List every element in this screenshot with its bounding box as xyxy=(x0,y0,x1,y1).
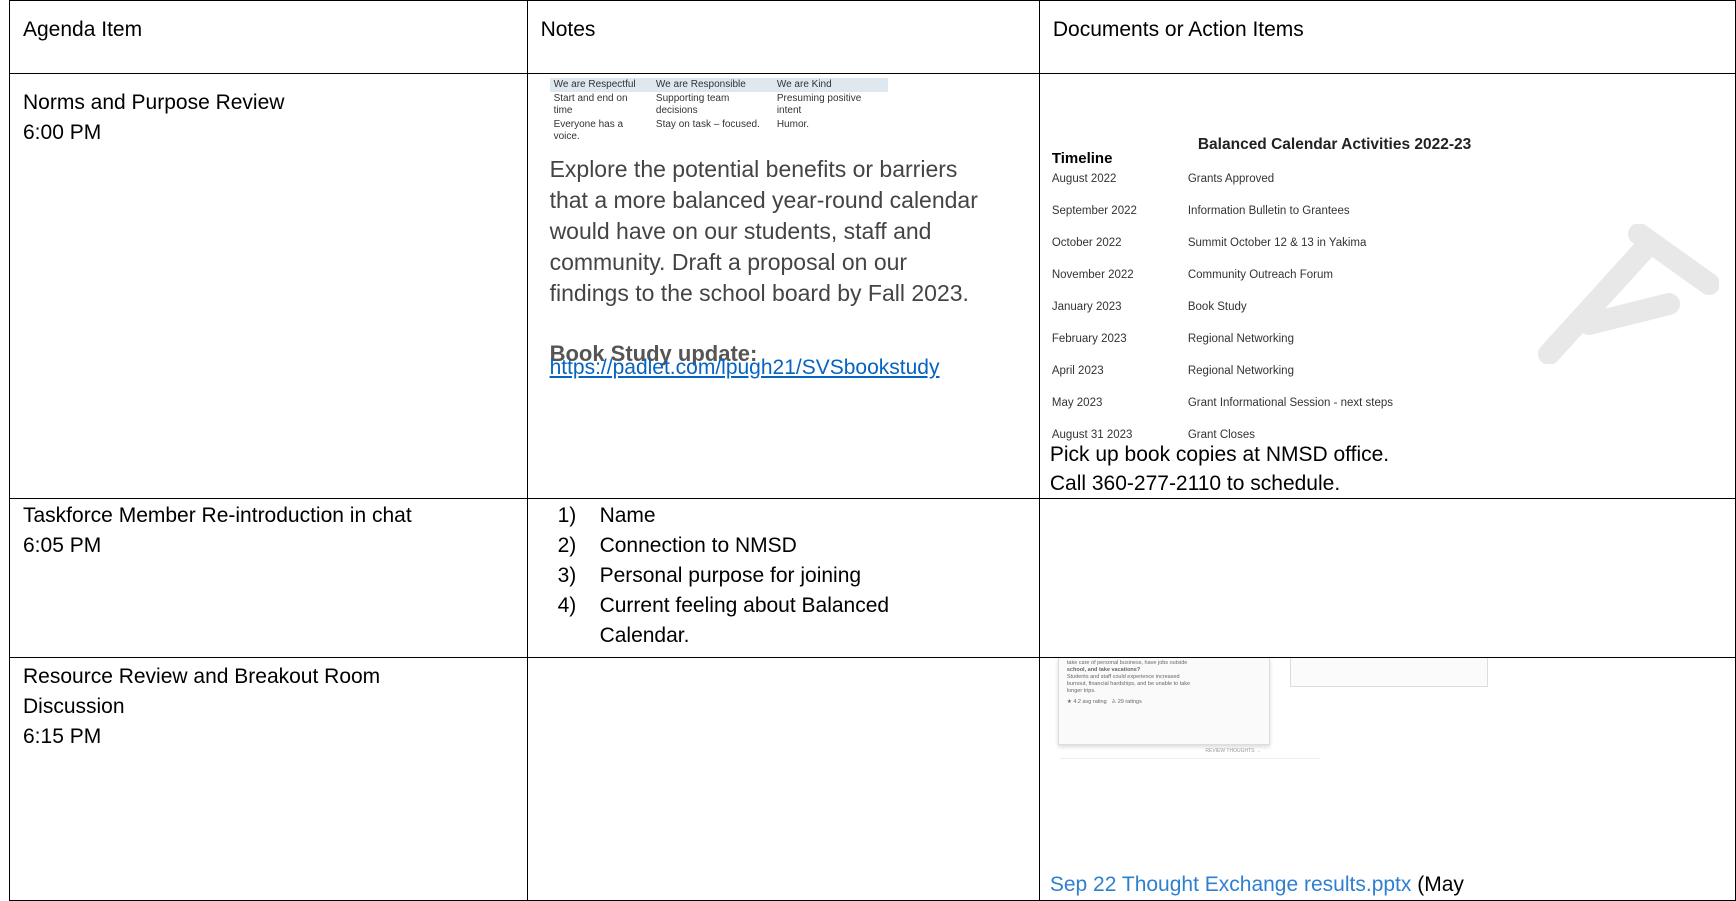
timeline-date: April 2023 xyxy=(1051,365,1104,377)
book-study-update: Book Study update: https://padlet.com/lp… xyxy=(550,339,1039,389)
timeline-row: September 2022 Information Bulletin to Gr… xyxy=(1052,196,1350,226)
timeline-date: October 2022 xyxy=(1051,237,1122,249)
timeline-activity: Summit October 12 & 13 in Yakima xyxy=(1187,237,1367,249)
timeline-row: August 31 2023 Grant Closes xyxy=(1052,420,1255,450)
norms-image-table: We are Respectful We are Responsible We … xyxy=(549,78,888,144)
agenda-cell-norms: Norms and Purpose Review 6:00 PM xyxy=(9,73,528,499)
notes-cell-introduction: 1) Name 2) Connection to NMSD 3) Personal p… xyxy=(526,498,1040,658)
timeline-activity: Grant Informational Session - next steps xyxy=(1187,397,1394,409)
agenda-cell-resource-review: Resource Review and Breakout Room Discus… xyxy=(9,657,528,901)
timeline-activity: Grant Closes xyxy=(1187,429,1255,441)
agenda-item-time: 6:05 PM xyxy=(23,534,102,557)
timeline-activity: Regional Networking xyxy=(1187,333,1294,345)
timeline-activity: Grants Approved xyxy=(1187,173,1275,185)
results-line: Sep 22 Thought Exchange results.pptx (Ma… xyxy=(1040,870,1735,900)
notes-cell-norms: We are Respectful We are Responsible We … xyxy=(526,73,1040,499)
agenda-cell-introduction: Taskforce Member Re-introduction in chat… xyxy=(9,498,528,658)
norm-cell: Humor. xyxy=(776,119,810,130)
timeline-row: January 2023 Book Study xyxy=(1052,292,1247,322)
header-documents: Documents or Action Items xyxy=(1052,18,1304,41)
norm-cell: Supporting team decisions xyxy=(655,93,730,116)
agenda-row-introduction: Taskforce Member Re-introduction in chat… xyxy=(9,498,1736,658)
norm-header: We are Respectful xyxy=(549,78,652,92)
thumbnail-card xyxy=(1289,658,1488,687)
agenda-item-title: Resource Review and Breakout Room xyxy=(23,665,381,688)
timeline-row: August 2022 Grants Approved xyxy=(1052,164,1274,194)
timeline-row: October 2022 Summit October 12 & 13 in Ya… xyxy=(1052,228,1367,258)
header-notes: Notes xyxy=(540,18,596,41)
header-agenda-cell: Agenda Item xyxy=(9,0,528,74)
book-study-link[interactable]: https://padlet.com/lpugh21/SVSbookstudy xyxy=(550,353,940,383)
timeline-date: February 2023 xyxy=(1051,333,1127,345)
introduction-steps: 1) Name 2) Connection to NMSD 3) Personal p… xyxy=(528,499,968,651)
timeline-row: February 2023 Regional Networking xyxy=(1052,324,1294,354)
header-row: Agenda Item Notes Documents or Action It… xyxy=(9,0,1736,74)
timeline-date: August 2022 xyxy=(1051,173,1117,185)
agenda-row-norms: Norms and Purpose Review 6:00 PM We are … xyxy=(9,73,1736,499)
thought-exchange-thumbnail: take care of personal business, have job… xyxy=(1057,658,1270,754)
timeline-activity: Information Bulletin to Grantees xyxy=(1187,205,1350,217)
agenda-row-resource-review: Resource Review and Breakout Room Discus… xyxy=(9,657,1736,901)
purpose-statement: Explore the potential benefits or barrie… xyxy=(549,156,978,306)
timeline-date: January 2023 xyxy=(1051,301,1122,313)
agenda-item-title: Discussion xyxy=(23,695,125,718)
timeline-date: May 2023 xyxy=(1051,397,1103,409)
list-item: 3) Personal purpose for joining xyxy=(557,564,862,587)
draft-watermark xyxy=(1538,224,1719,364)
agenda-table: Agenda Item Notes Documents or Action It… xyxy=(9,0,1736,901)
pickup-line: Call 360-277-2110 to schedule. xyxy=(1049,472,1341,495)
header-documents-cell: Documents or Action Items xyxy=(1038,0,1736,74)
agenda-item-title: Taskforce Member Re-introduction in chat xyxy=(23,504,412,527)
timeline-activity: Community Outreach Forum xyxy=(1187,269,1333,281)
timeline-image: Balanced Calendar Activities 2022-23 Tim… xyxy=(1039,74,1735,441)
timeline-date: November 2022 xyxy=(1051,269,1134,281)
timeline-row: November 2022 Community Outreach Forum xyxy=(1052,260,1333,290)
norm-cell: Everyone has a voice. xyxy=(553,119,624,142)
list-item: 4) Current feeling about Balanced Calenda… xyxy=(557,594,890,647)
norm-cell: Presuming positive intent xyxy=(776,93,862,116)
notes-cell-resource-review xyxy=(526,657,1040,901)
documents-cell-resource-review: take care of personal business, have job… xyxy=(1038,657,1736,901)
norm-cell: Start and end on time xyxy=(553,93,628,116)
agenda-item-title: Norms and Purpose Review xyxy=(23,91,285,114)
timeline-activity: Book Study xyxy=(1187,301,1247,313)
timeline-date: September 2022 xyxy=(1051,205,1137,217)
norm-cell: Stay on task – focused. xyxy=(655,119,760,130)
list-item: 2) Connection to NMSD xyxy=(557,534,797,557)
timeline-row: April 2023 Regional Networking xyxy=(1052,356,1294,386)
header-notes-cell: Notes xyxy=(526,0,1040,74)
timeline-title: Balanced Calendar Activities 2022-23 xyxy=(1197,136,1472,153)
timeline-date: August 31 2023 xyxy=(1051,429,1133,441)
thought-exchange-results-link[interactable]: Sep 22 Thought Exchange results.pptx xyxy=(1050,873,1412,896)
documents-cell-norms: Balanced Calendar Activities 2022-23 Tim… xyxy=(1038,73,1736,499)
list-item: 1) Name xyxy=(557,504,656,527)
documents-cell-introduction xyxy=(1038,498,1736,658)
timeline-activity: Regional Networking xyxy=(1187,365,1294,377)
norm-header: We are Responsible xyxy=(651,78,773,92)
divider xyxy=(1059,758,1320,759)
timeline-row: May 2023 Grant Informational Session - ne… xyxy=(1052,388,1393,418)
agenda-item-time: 6:00 PM xyxy=(23,121,102,144)
results-suffix: (May xyxy=(1411,873,1464,896)
header-agenda: Agenda Item xyxy=(23,18,143,41)
norm-header: We are Kind xyxy=(772,78,888,92)
agenda-item-time: 6:15 PM xyxy=(23,725,102,748)
